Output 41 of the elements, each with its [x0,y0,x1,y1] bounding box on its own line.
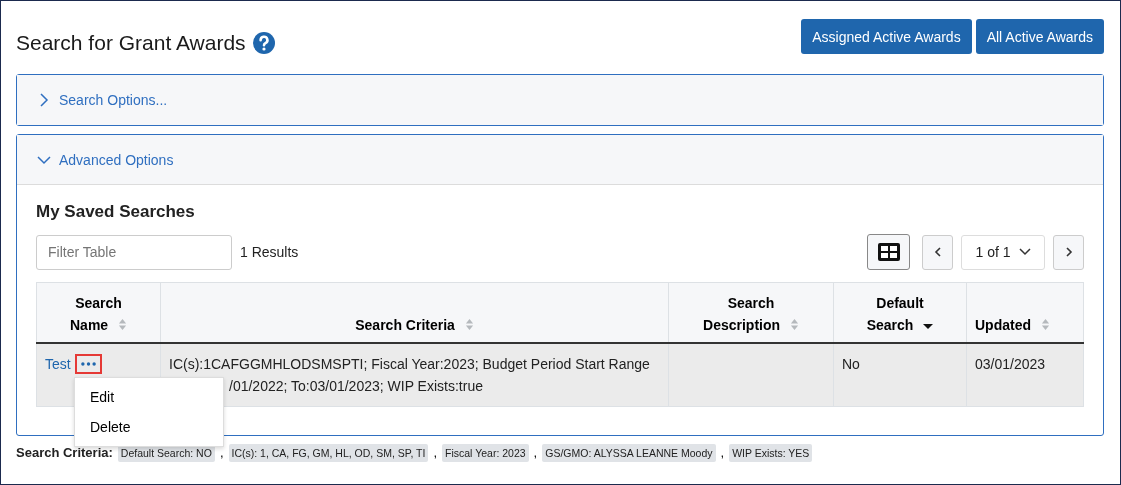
table-cell: No [842,355,860,372]
criteria-tag: IC(s): 1, CA, FG, GM, HL, OD, SM, SP, TI [228,443,429,462]
criteria-label: Search Criteria: [16,445,113,460]
awards-button[interactable]: Assigned Active Awards [801,19,972,54]
grid-icon [876,242,901,262]
page-title: Search for Grant Awards [16,30,246,56]
separator: , [533,445,538,460]
column-header[interactable]: Search Description [668,282,834,343]
table-view-button[interactable] [867,234,910,270]
filter-field[interactable]: Filter Table [36,234,232,270]
column-header[interactable]: Search Criteria [160,282,669,343]
accordion-title: Advanced Options [59,151,174,168]
column-header[interactable]: Updated [966,282,1084,343]
more-icon [80,361,96,366]
accordion-header[interactable]: Advanced Options [17,135,1103,185]
separator: , [433,445,438,460]
chevron-right-icon [1063,247,1074,257]
chevron-left-icon [932,247,943,257]
row-actions-button[interactable] [74,353,102,374]
help-icon[interactable] [251,31,276,55]
search-name-link[interactable]: Test [45,352,71,375]
section-title: My Saved Searches [36,201,196,223]
column-header[interactable]: Default Search [833,282,967,343]
table-cell: 03/01/2023 [975,355,1046,372]
page-select[interactable]: 1 of 1 [961,234,1045,270]
awards-button[interactable]: All Active Awards [975,19,1104,54]
menu-item[interactable]: Edit [75,382,223,412]
column-header[interactable]: Search Name [36,282,161,343]
accordion-title: Search Options... [59,92,168,108]
separator: , [720,445,725,460]
separator: , [219,445,224,460]
table-cell-text: /01/2022; To:03/01/2023; WIP Exists:true [228,376,484,396]
criteria-tag: GS/GMO: ALYSSA LEANNE Moody [542,443,716,462]
menu-item[interactable]: Delete [75,412,223,442]
criteria-tag: WIP Exists: YES [729,443,813,462]
criteria-tag: Fiscal Year: 2023 [442,443,529,462]
chevron-down-icon [1018,248,1031,256]
results-count: 1 Results [240,244,299,260]
chevron-right-icon [37,93,51,107]
table-cell-text: IC(s):1CAFGGMHLODSMSPTI; Fiscal Year:2023; Budget Period Start Range [169,354,651,374]
accordion-header[interactable]: Search Options... [17,75,1103,125]
